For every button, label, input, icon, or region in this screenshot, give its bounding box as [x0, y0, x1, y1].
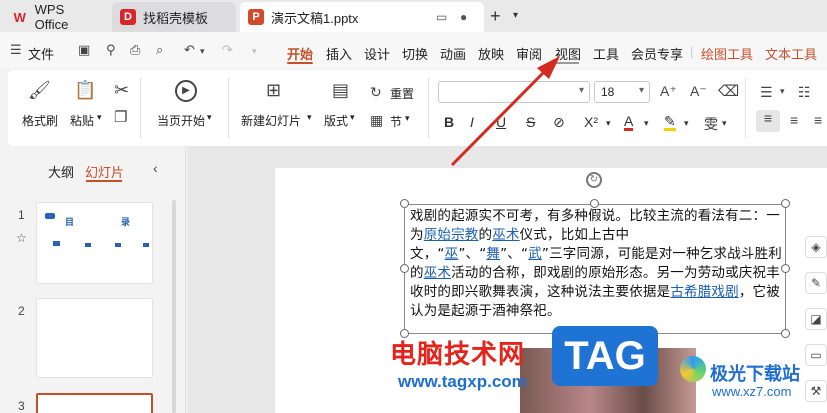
annotation-arrow [450, 56, 560, 167]
arrow-shaft [450, 66, 550, 167]
